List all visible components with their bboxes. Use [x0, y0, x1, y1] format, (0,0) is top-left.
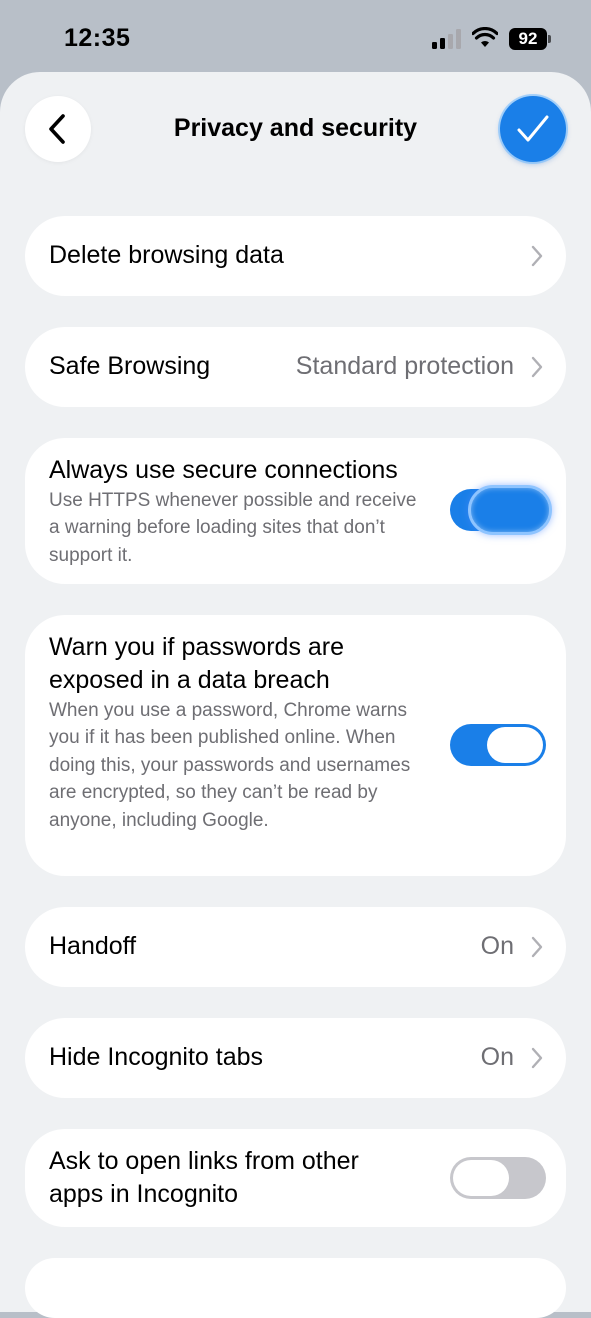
- handoff-label: Handoff: [49, 932, 137, 960]
- password-breach-row: Warn you if passwords are exposed in a d…: [25, 615, 566, 876]
- status-bar: 12:35 92: [0, 0, 591, 72]
- delete-browsing-data-label: Delete browsing data: [49, 241, 284, 269]
- delete-browsing-data-row[interactable]: Delete browsing data: [25, 216, 566, 296]
- secure-connections-toggle[interactable]: [450, 485, 552, 535]
- done-button[interactable]: [500, 96, 566, 162]
- chevron-right-icon: [531, 356, 543, 378]
- hide-incognito-tabs-label: Hide Incognito tabs: [49, 1043, 264, 1071]
- secure-connections-description: Use HTTPS whenever possible and receive …: [49, 490, 417, 566]
- ask-open-links-incognito-toggle[interactable]: [450, 1157, 546, 1199]
- battery-nub: [548, 35, 551, 43]
- toggle-knob: [487, 727, 543, 763]
- ask-open-links-incognito-row: Ask to open links from other apps in Inc…: [25, 1129, 566, 1227]
- safe-browsing-label: Safe Browsing: [49, 352, 211, 380]
- password-breach-toggle[interactable]: [450, 724, 546, 766]
- password-breach-title: Warn you if passwords are exposed in a d…: [49, 633, 345, 694]
- next-setting-row[interactable]: [25, 1258, 566, 1318]
- chevron-right-icon: [531, 245, 543, 267]
- secure-connections-title: Always use secure connections: [49, 456, 398, 484]
- toggle-knob: [468, 485, 552, 535]
- status-time: 12:35: [64, 24, 131, 52]
- chevron-right-icon: [531, 1047, 543, 1069]
- battery-level: 92: [518, 29, 538, 48]
- toggle-knob: [453, 1160, 509, 1196]
- hide-incognito-tabs-row[interactable]: Hide Incognito tabs On: [25, 1018, 566, 1098]
- hide-incognito-tabs-value: On: [480, 1043, 514, 1071]
- handoff-row[interactable]: Handoff On: [25, 907, 566, 987]
- handoff-value: On: [480, 932, 514, 960]
- checkmark-icon: [517, 115, 549, 142]
- safe-browsing-value: Standard protection: [295, 352, 514, 380]
- secure-connections-row: Always use secure connections Use HTTPS …: [25, 438, 566, 584]
- safe-browsing-row[interactable]: Safe Browsing Standard protection: [25, 327, 566, 407]
- battery-indicator: 92: [509, 28, 547, 50]
- wifi-icon: [472, 27, 498, 47]
- chevron-right-icon: [531, 936, 543, 958]
- ask-open-links-incognito-title: Ask to open links from other apps in Inc…: [49, 1147, 359, 1208]
- password-breach-description: When you use a password, Chrome warns yo…: [49, 700, 411, 831]
- cellular-signal-icon: [432, 29, 461, 49]
